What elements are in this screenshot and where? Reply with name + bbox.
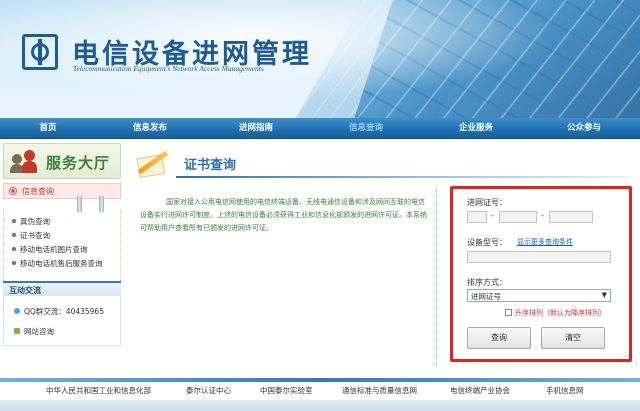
more-conditions-link[interactable]: 显示更多查询条件	[517, 237, 573, 247]
cert-number-dash: -	[491, 211, 494, 220]
service-hall-title: 服务大厅	[46, 154, 111, 172]
nav-info-release[interactable]: 信息发布	[120, 118, 180, 139]
menu-item-phone-image-query[interactable]: 移动电话机图片查询	[12, 244, 88, 255]
certificate-search-form: 进网证号： - - 设备型号： 显示更多查询条件 排序方式： 进网证号 ▼ 升序…	[450, 186, 632, 362]
nav-home[interactable]: 首页	[18, 118, 78, 139]
ascending-label: 升序排列（默认为降序排列）	[515, 309, 606, 317]
nav-enterprise-service[interactable]: 企业服务	[446, 118, 506, 139]
nav-info-query[interactable]: 信息查询	[336, 118, 396, 139]
bullet-icon	[10, 188, 16, 194]
cert-number-part2-input[interactable]	[499, 211, 537, 223]
footer-link-terminal-assoc[interactable]: 电信终端产业协会	[450, 385, 510, 396]
cert-number-label: 进网证号：	[467, 198, 507, 207]
qq-icon	[14, 308, 20, 314]
content-divider	[436, 188, 437, 366]
bullet-icon	[12, 233, 16, 237]
service-hall-header: 服务大厅	[3, 143, 121, 179]
intro-text: 国家对接入公用电信网使用的电信终端设备、无线电通信设备和涉及网间互联的电信设备实…	[140, 198, 427, 232]
sidebar-tab-label: 信息查询	[22, 187, 54, 196]
site-banner: 电信设备进网管理 Telecommunication Equipment's N…	[0, 0, 640, 118]
cert-number-part3-input[interactable]	[549, 211, 593, 223]
footer-link-miit[interactable]: 中华人民共和国工业和信息化部	[46, 385, 151, 396]
site-subtitle: Telecommunication Equipment's Network Ac…	[73, 64, 264, 73]
menu-item-after-sales-query[interactable]: 移动电话机售后服务查询	[12, 258, 103, 269]
footer-link-ctl[interactable]: 中国泰尔实验室	[260, 385, 313, 396]
ascending-checkbox[interactable]	[505, 309, 512, 316]
title-underline	[176, 176, 628, 178]
footer-links: 中华人民共和国工业和信息化部 泰尔认证中心 中国泰尔实验室 通信标准与质量信息网…	[0, 382, 640, 398]
nav-public-participation[interactable]: 公众参与	[554, 118, 614, 139]
main-nav: 首页 信息发布 进网指南 信息查询 企业服务 公众参与	[0, 118, 640, 139]
model-label: 设备型号：	[467, 238, 507, 247]
bullet-icon	[12, 247, 16, 251]
consult-icon	[14, 328, 20, 334]
footer-link-tenaa-cert[interactable]: 泰尔认证中心	[186, 385, 231, 396]
content-header: 证书查询	[128, 146, 628, 179]
footer-link-mobile-info[interactable]: 手机信息网	[546, 385, 584, 396]
clear-button[interactable]: 清空	[541, 327, 605, 349]
qq-group-link[interactable]: QQ群交流：40435965	[14, 306, 104, 317]
dropdown-arrow-icon: ▼	[601, 291, 607, 299]
page-title: 证书查询	[184, 158, 237, 173]
model-input[interactable]	[467, 251, 611, 263]
menu-item-authenticity-query[interactable]: 真伪查询	[12, 216, 50, 227]
pencil-icon	[130, 148, 170, 179]
sort-select[interactable]: 进网证号 ▼	[467, 289, 611, 302]
people-icon	[10, 150, 38, 174]
site-logo-icon	[22, 34, 58, 70]
sort-label: 排序方式：	[467, 278, 507, 287]
footer-link-standards[interactable]: 通信标准与质量信息网	[342, 385, 417, 396]
bullet-icon	[12, 261, 16, 265]
site-consult-link[interactable]: 网站咨询	[14, 326, 54, 337]
cert-number-dash: -	[541, 211, 544, 220]
bullet-icon	[12, 219, 16, 223]
query-button[interactable]: 查询	[467, 327, 531, 349]
menu-item-certificate-query[interactable]: 证书查询	[12, 230, 50, 241]
interaction-header: 互动交流	[3, 281, 121, 296]
footer-bottom-bar	[0, 400, 640, 411]
cert-number-part1-input[interactable]	[467, 211, 487, 223]
nav-access-guide[interactable]: 进网指南	[226, 118, 286, 139]
interaction-box: QQ群交流：40435965 网站咨询	[3, 296, 121, 346]
